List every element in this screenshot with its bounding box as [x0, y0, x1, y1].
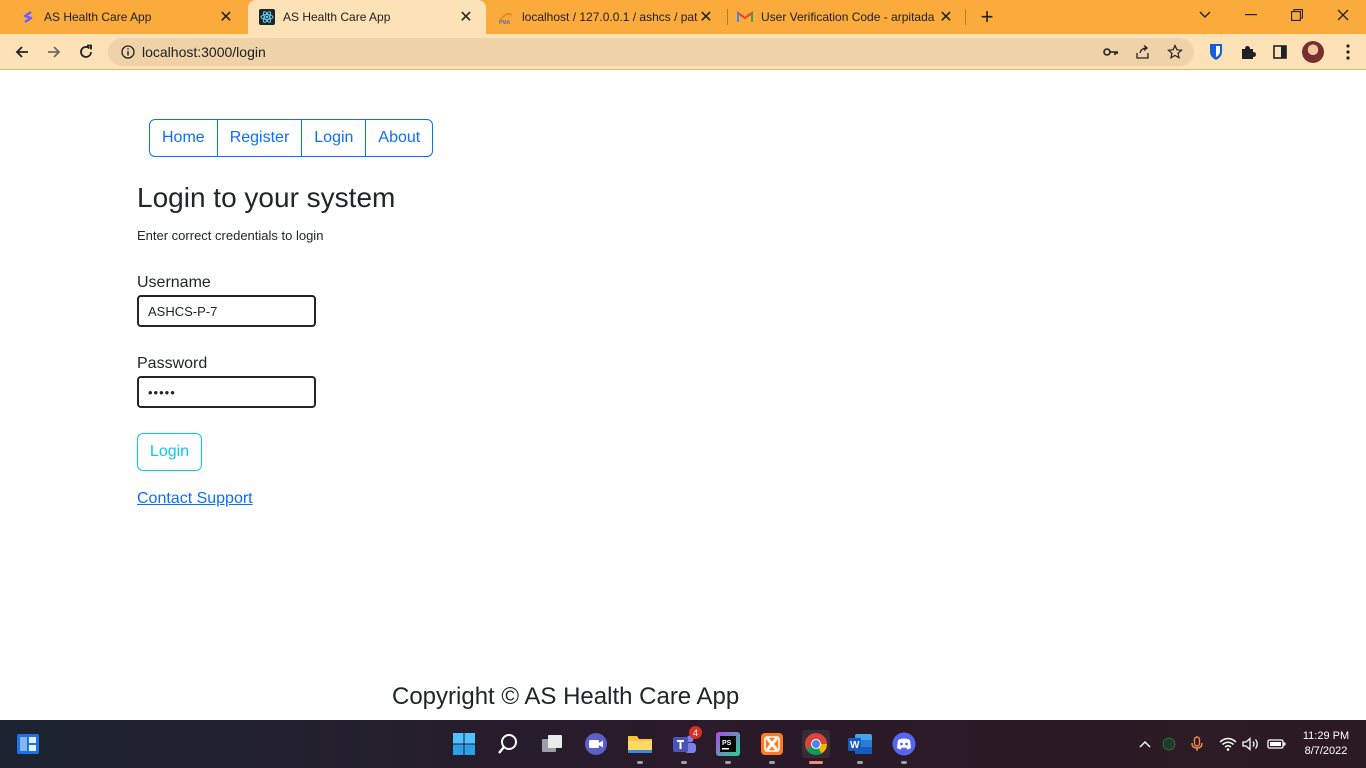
- browser-tab-strip: AS Health Care App ✕ AS Health Care App …: [0, 0, 1366, 34]
- svg-text:W: W: [850, 740, 860, 751]
- xampp-icon[interactable]: [758, 730, 786, 764]
- teams-icon[interactable]: 4: [670, 726, 702, 764]
- nav-button-group: Home Register Login About: [149, 119, 434, 157]
- volume-icon[interactable]: [1241, 734, 1261, 754]
- key-icon[interactable]: [1103, 44, 1119, 60]
- clock-date: 8/7/2022: [1304, 745, 1348, 757]
- nav-register-link[interactable]: Register: [218, 120, 303, 156]
- page-content: Home Register Login About Login to your …: [0, 71, 1366, 720]
- react-icon: [259, 9, 275, 25]
- search-icon[interactable]: [494, 730, 522, 758]
- widgets-icon[interactable]: [14, 730, 42, 758]
- address-bar[interactable]: localhost:3000/login: [108, 38, 1194, 66]
- zoom-icon[interactable]: [582, 730, 610, 758]
- username-label: Username: [137, 274, 211, 291]
- tab-title: AS Health Care App: [283, 10, 391, 24]
- taskbar-clock[interactable]: 11:29 PM 8/7/2022: [1296, 729, 1356, 759]
- new-tab-button[interactable]: +: [976, 4, 998, 29]
- show-hidden-icons-chevron-icon[interactable]: [1135, 734, 1155, 754]
- status-dot-icon[interactable]: [1159, 734, 1179, 754]
- close-tab-icon[interactable]: ✕: [698, 9, 714, 26]
- chrome-icon[interactable]: [802, 730, 830, 764]
- browser-tab[interactable]: AS Health Care App ✕: [0, 0, 246, 34]
- close-tab-icon[interactable]: ✕: [458, 9, 474, 26]
- password-input[interactable]: [137, 376, 316, 408]
- browser-tab-active[interactable]: AS Health Care App ✕: [248, 0, 486, 34]
- file-explorer-icon[interactable]: [626, 730, 654, 764]
- svg-text:PMA: PMA: [499, 20, 511, 25]
- extensions-puzzle-icon[interactable]: [1234, 38, 1262, 66]
- login-button[interactable]: Login: [137, 433, 202, 471]
- tab-title: User Verification Code - arpitada: [761, 10, 935, 24]
- tab-separator: [965, 9, 966, 25]
- discord-icon[interactable]: [890, 730, 918, 764]
- nav-login-link[interactable]: Login: [302, 120, 367, 156]
- profile-avatar[interactable]: [1302, 41, 1324, 63]
- site-info-icon[interactable]: [120, 44, 136, 60]
- battery-icon[interactable]: [1267, 734, 1287, 754]
- close-tab-icon[interactable]: ✕: [218, 9, 234, 26]
- browser-tab[interactable]: User Verification Code - arpitada ✕: [728, 0, 966, 34]
- restore-button[interactable]: [1274, 0, 1320, 30]
- close-tab-icon[interactable]: ✕: [938, 9, 954, 26]
- tab-title: localhost / 127.0.0.1 / ashcs / pat: [522, 10, 698, 24]
- username-input[interactable]: [137, 295, 316, 327]
- svg-text:PS: PS: [722, 740, 732, 747]
- word-icon[interactable]: W: [846, 730, 874, 764]
- tab-title: AS Health Care App: [44, 10, 152, 24]
- bookmark-star-icon[interactable]: [1167, 44, 1183, 60]
- back-button[interactable]: [8, 38, 36, 66]
- side-panel-icon[interactable]: [1266, 38, 1294, 66]
- nav-home-link[interactable]: Home: [150, 120, 218, 156]
- stripe-s-icon: [20, 9, 36, 25]
- browser-tab[interactable]: PMA localhost / 127.0.0.1 / ashcs / pat …: [488, 0, 726, 34]
- gmail-icon: [737, 9, 753, 25]
- phpstorm-icon[interactable]: PS: [714, 730, 742, 764]
- close-window-button[interactable]: [1320, 0, 1366, 30]
- wifi-icon[interactable]: [1218, 734, 1238, 754]
- windows-taskbar: 4 PS W 11:29 PM 8/7/2022: [0, 720, 1366, 768]
- task-view-icon[interactable]: [538, 730, 566, 758]
- clock-time: 11:29 PM: [1302, 730, 1350, 742]
- start-icon[interactable]: [450, 730, 478, 758]
- nav-about-link[interactable]: About: [366, 120, 432, 156]
- footer-copyright: Copyright © AS Health Care App: [392, 683, 740, 710]
- contact-support-link[interactable]: Contact Support: [137, 490, 253, 508]
- tab-search-icon[interactable]: [1182, 0, 1228, 30]
- reload-button[interactable]: [72, 38, 100, 66]
- page-title: Login to your system: [137, 182, 396, 213]
- microphone-icon[interactable]: [1187, 734, 1207, 754]
- minimize-button[interactable]: [1228, 0, 1274, 30]
- url-text[interactable]: localhost:3000/login: [142, 44, 266, 60]
- phpmyadmin-icon: PMA: [498, 9, 514, 25]
- bitwarden-extension-icon[interactable]: [1202, 38, 1230, 66]
- page-subtitle: Enter correct credentials to login: [137, 228, 324, 243]
- forward-button[interactable]: [40, 38, 68, 66]
- password-label: Password: [137, 355, 208, 372]
- share-icon[interactable]: [1135, 44, 1151, 60]
- menu-kebab-icon[interactable]: [1334, 38, 1362, 66]
- browser-toolbar: localhost:3000/login: [0, 34, 1366, 70]
- teams-notification-badge: 4: [689, 726, 702, 739]
